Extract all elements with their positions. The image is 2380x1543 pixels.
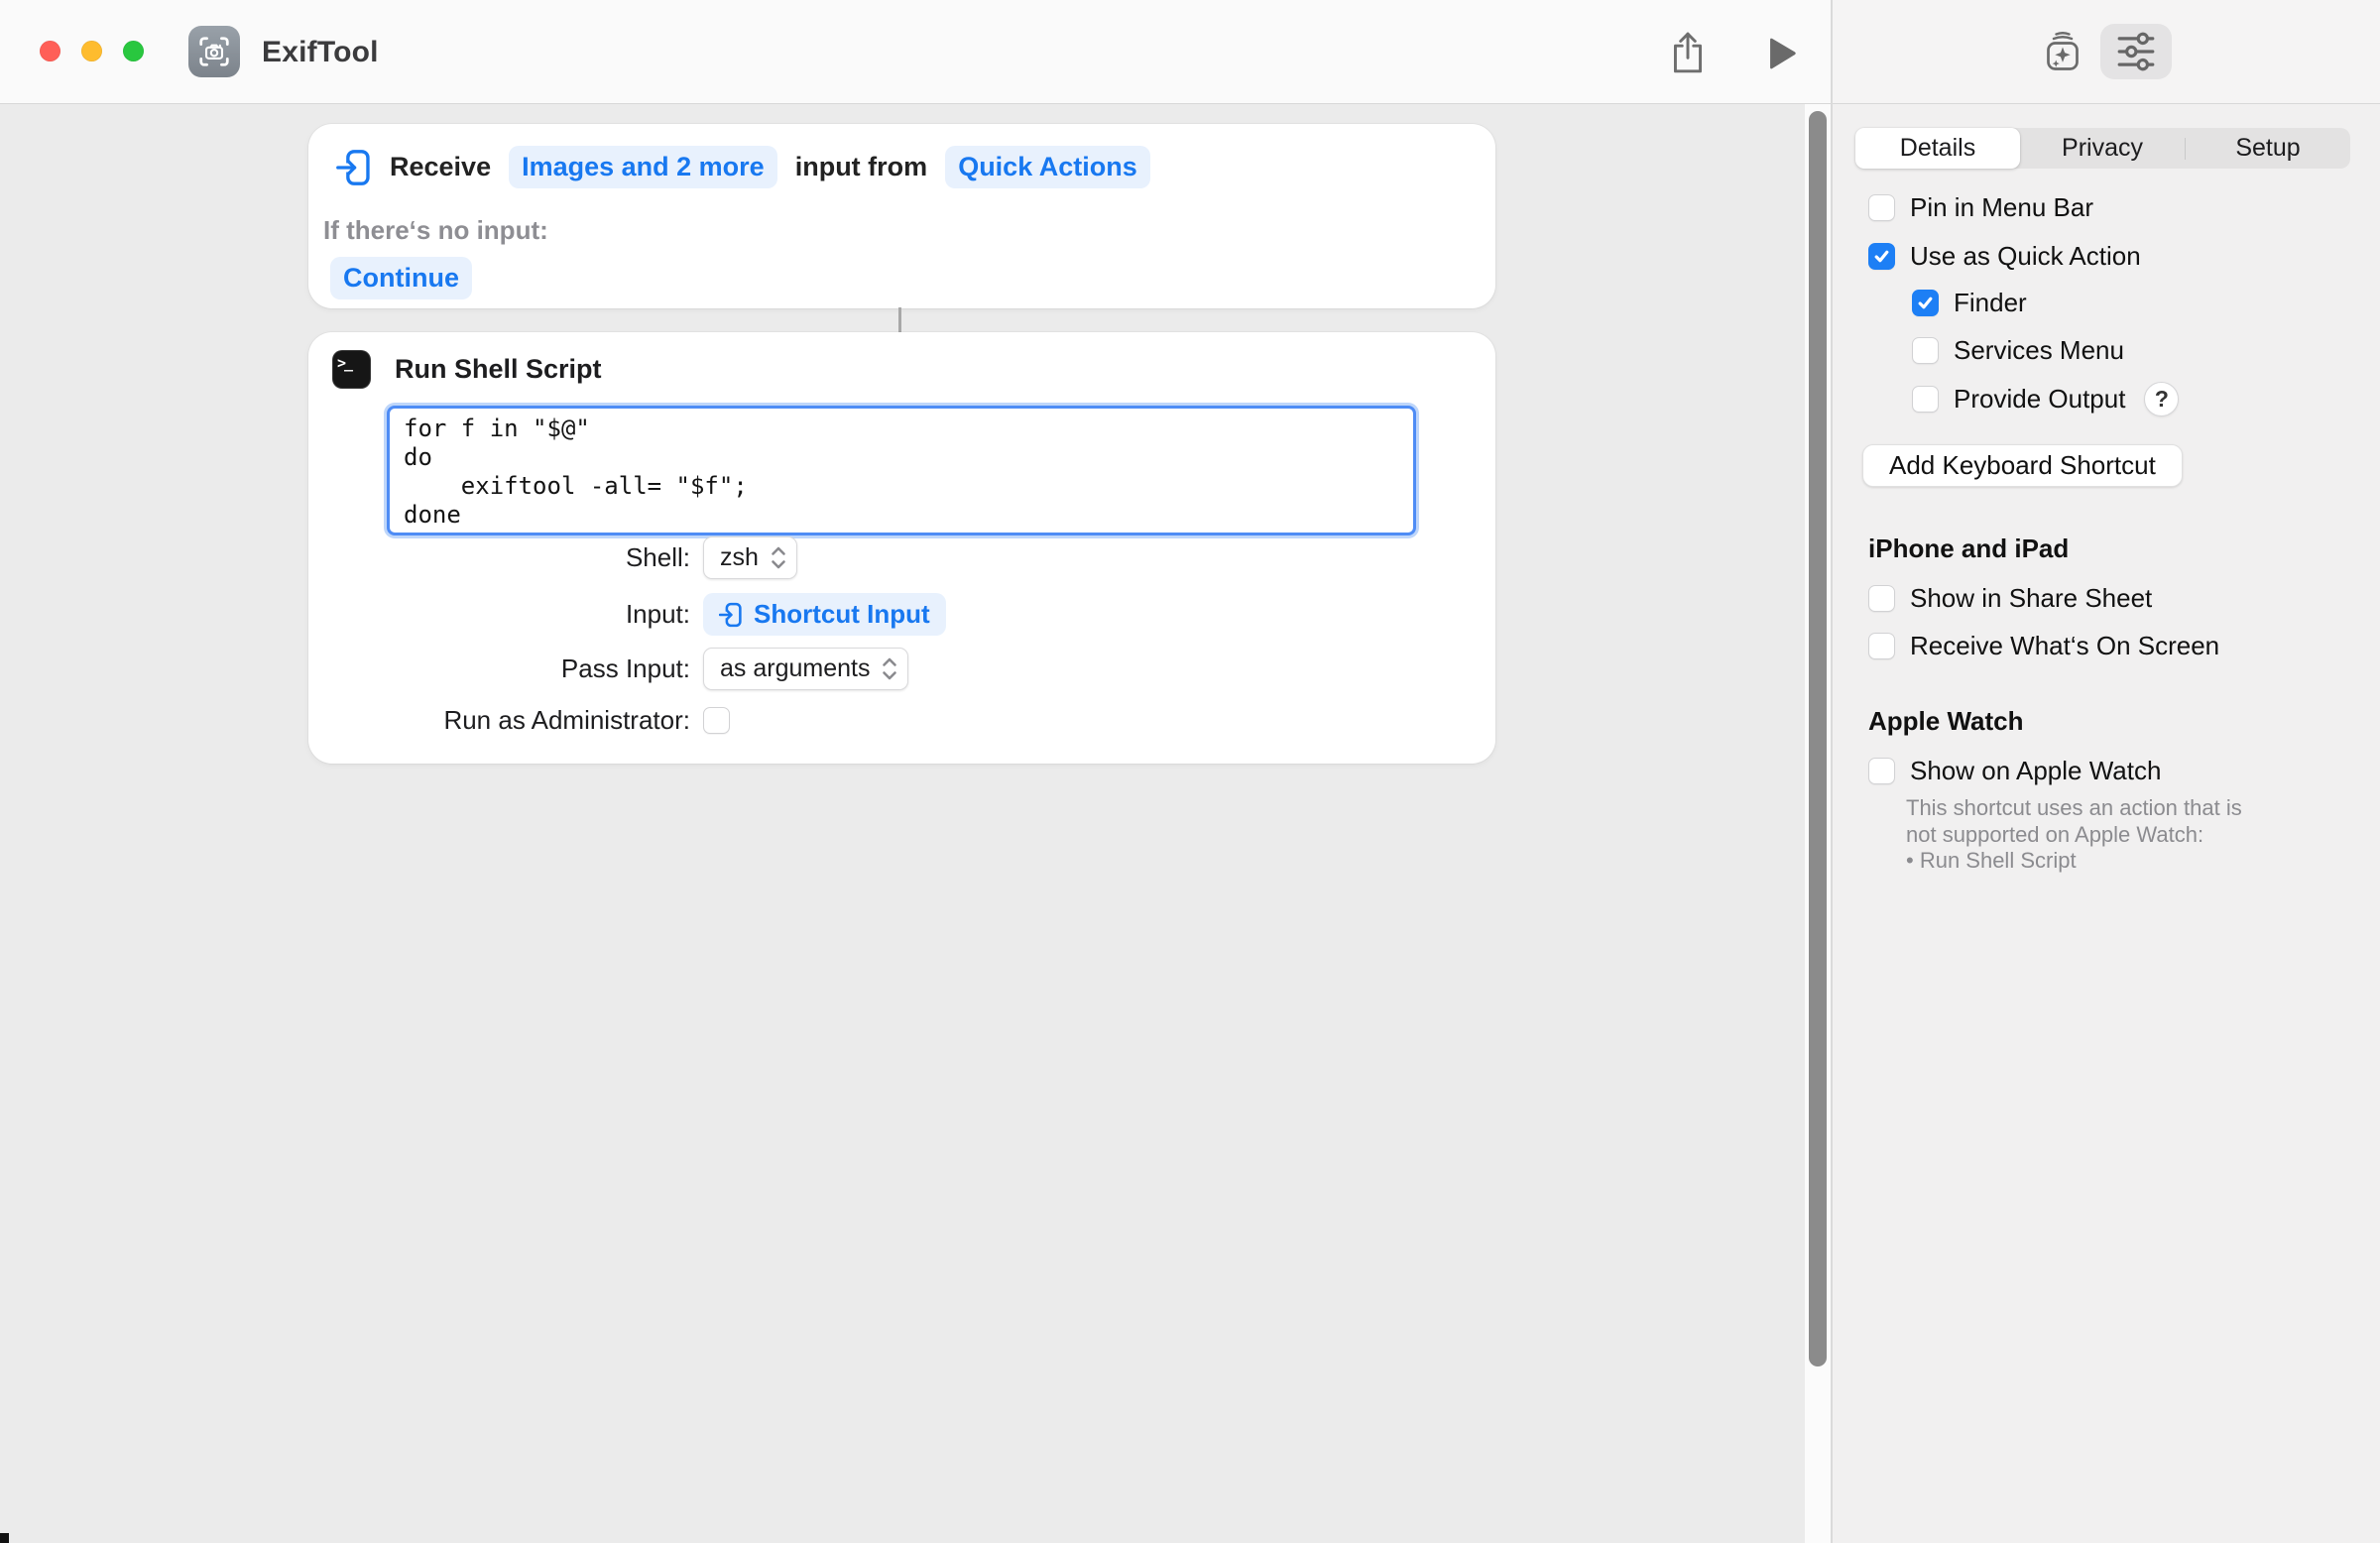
watch-compat-note: This shortcut uses an action that is not… [1906,795,2255,875]
shortcut-app-icon [188,26,240,77]
receive-onscreen-label: Receive What‘s On Screen [1910,631,2219,661]
pin-menu-bar-row: Pin in Menu Bar [1868,192,2093,223]
pass-input-label: Pass Input: [561,648,690,690]
receive-onscreen-row: Receive What‘s On Screen [1868,631,2219,661]
finder-label: Finder [1954,288,2027,318]
iphone-ipad-heading: iPhone and iPad [1868,534,2069,564]
show-on-watch-label: Show on Apple Watch [1910,756,2161,786]
show-on-watch-checkbox[interactable] [1868,758,1895,784]
tab-details[interactable]: Details [1855,128,2020,169]
stepper-chevrons-icon [771,544,786,571]
input-value: Shortcut Input [754,599,930,630]
use-quick-action-checkbox[interactable] [1868,243,1895,270]
share-sheet-checkbox[interactable] [1868,585,1895,612]
terminal-icon: >_ [332,350,371,389]
shell-row: Shell: zsh [308,536,1495,579]
shell-value: zsh [720,543,759,572]
services-menu-row: Services Menu [1912,335,2124,366]
apple-watch-heading: Apple Watch [1868,706,2023,737]
provide-output-checkbox[interactable] [1912,386,1939,413]
input-types-token[interactable]: Images and 2 more [509,146,777,188]
screen-corner-artifact [0,1533,9,1543]
finder-row: Finder [1912,288,2027,318]
minimize-window-button[interactable] [81,41,102,61]
share-button[interactable] [1660,24,1716,81]
shortcut-details-toggle-button[interactable] [2100,24,2172,79]
input-from-label: input from [795,152,927,182]
use-quick-action-row: Use as Quick Action [1868,241,2141,272]
run-shortcut-button[interactable] [1763,34,1803,73]
input-row: Input: Shortcut Input [308,593,1495,636]
shortcut-input-icon [719,602,743,628]
shortcut-editor-canvas: Receive Images and 2 more input from Qui… [0,104,1831,1543]
run-as-admin-label: Run as Administrator: [443,705,690,735]
action-library-button[interactable] [2037,26,2088,79]
shortcuts-window: ExifTool [0,0,2380,1543]
shortcut-input-token[interactable]: Shortcut Input [703,593,946,636]
close-window-button[interactable] [40,41,60,61]
no-input-action-token[interactable]: Continue [330,257,472,299]
share-sheet-label: Show in Share Sheet [1910,583,2152,614]
action-title: Run Shell Script [395,354,602,385]
services-menu-checkbox[interactable] [1912,337,1939,364]
input-source-token[interactable]: Quick Actions [945,146,1150,188]
code-line: for f in "$@" [404,415,1399,443]
play-icon [1769,37,1797,70]
no-input-label: If there‘s no input: [323,215,548,246]
sliders-icon [2114,31,2158,72]
code-line: exiftool -all= "$f"; [404,472,1399,501]
window-title: ExifTool [262,0,379,104]
shell-dropdown[interactable]: zsh [703,536,797,579]
scrollbar-thumb[interactable] [1809,111,1827,1366]
action-connector-line [898,307,901,334]
card-header: >_ Run Shell Script [332,350,602,389]
shortcut-input-icon [336,149,372,186]
run-as-admin-checkbox[interactable] [703,707,730,734]
run-as-admin-row: Run as Administrator: [308,705,1495,735]
receive-action-card: Receive Images and 2 more input from Qui… [308,124,1495,308]
pass-input-row: Pass Input: as arguments [308,648,1495,690]
watch-note-text: This shortcut uses an action that is not… [1906,795,2255,848]
services-menu-label: Services Menu [1954,335,2124,366]
run-shell-script-card: >_ Run Shell Script for f in "$@" do exi… [308,332,1495,764]
finder-checkbox[interactable] [1912,290,1939,316]
panel-tabs: Details Privacy Setup [1855,128,2350,169]
titlebar: ExifTool [0,0,2380,104]
share-sheet-row: Show in Share Sheet [1868,583,2152,614]
receive-label: Receive [390,152,491,182]
camera-viewfinder-icon [197,35,231,68]
code-line: do [404,443,1399,472]
tab-setup[interactable]: Setup [2186,128,2350,169]
provide-output-help-button[interactable]: ? [2144,382,2179,416]
shell-script-editor[interactable]: for f in "$@" do exiftool -all= "$f"; do… [387,406,1416,535]
watch-note-bullet: • Run Shell Script [1906,848,2255,875]
tab-privacy[interactable]: Privacy [2020,128,2185,169]
share-icon [1669,30,1707,75]
details-panel: Details Privacy Setup Pin in Menu Bar Us… [1833,104,2380,1543]
stepper-chevrons-icon [882,655,897,682]
provide-output-row: Provide Output ? [1912,382,2179,416]
input-label: Input: [626,593,690,636]
receive-action-line: Receive Images and 2 more input from Qui… [336,146,1150,188]
pin-menu-bar-label: Pin in Menu Bar [1910,192,2093,223]
receive-onscreen-checkbox[interactable] [1868,633,1895,659]
pass-input-dropdown[interactable]: as arguments [703,648,908,690]
action-library-icon [2043,28,2082,77]
show-on-watch-row: Show on Apple Watch [1868,756,2161,786]
pass-input-value: as arguments [720,654,870,683]
add-keyboard-shortcut-button[interactable]: Add Keyboard Shortcut [1862,444,2183,487]
shell-label: Shell: [626,536,690,579]
use-quick-action-label: Use as Quick Action [1910,241,2141,272]
provide-output-label: Provide Output [1954,384,2125,415]
code-line: done [404,501,1399,530]
zoom-window-button[interactable] [123,41,144,61]
pin-menu-bar-checkbox[interactable] [1868,194,1895,221]
